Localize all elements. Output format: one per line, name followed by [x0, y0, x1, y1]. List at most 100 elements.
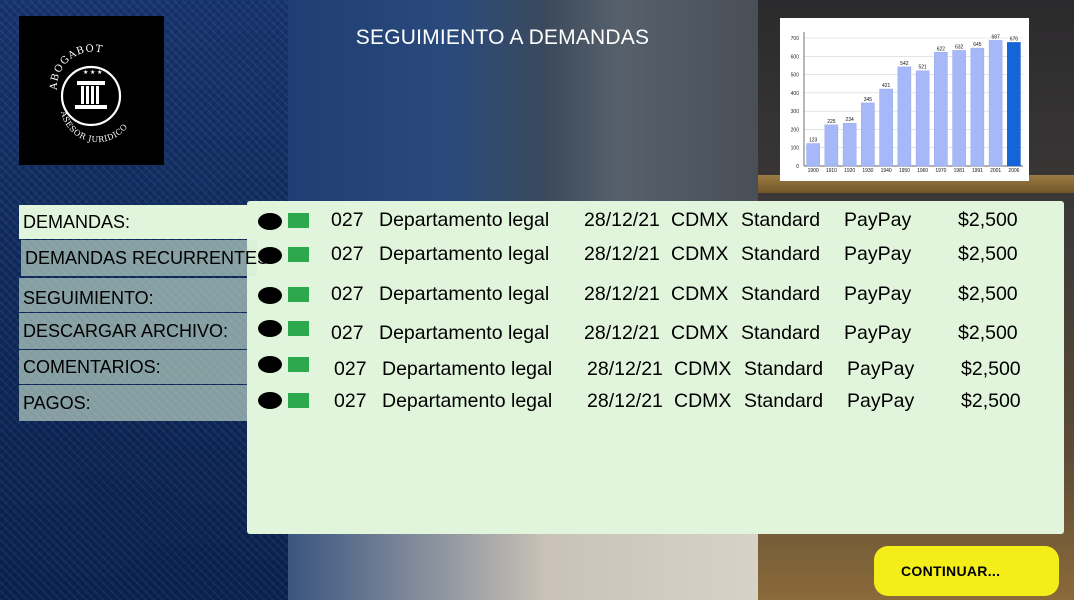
row-id: 027	[331, 322, 364, 344]
chart-bar	[879, 88, 893, 167]
data-label: 542	[900, 61, 909, 67]
data-label: 345	[864, 97, 873, 103]
row-department: Departamento legal	[382, 390, 553, 412]
status-square	[288, 321, 309, 336]
sidebar-item-pagos[interactable]: PAGOS:	[19, 385, 247, 421]
row-id: 027	[334, 358, 367, 380]
x-tick-label: 1981	[954, 168, 965, 174]
data-label: 234	[845, 117, 854, 123]
data-label: 645	[973, 42, 982, 48]
status-dot	[258, 392, 282, 409]
data-label: 225	[827, 119, 836, 125]
x-tick-label: 1940	[881, 168, 892, 174]
row-amount: $2,500	[961, 390, 1021, 412]
y-tick-label: 300	[791, 109, 800, 115]
chart-bar	[988, 40, 1003, 167]
x-tick-label: 1960	[917, 168, 928, 174]
row-department: Departamento legal	[379, 283, 550, 305]
logo: ABOGABOT ASESOR JURIDICO ★ ★ ★	[19, 16, 164, 165]
sidebar-item-comentarios[interactable]: COMENTARIOS:	[19, 350, 247, 384]
row-plan: Standard	[744, 390, 824, 412]
sidebar-item-label: DESCARGAR ARCHIVO:	[23, 320, 229, 341]
chart-bar	[897, 66, 912, 167]
svg-text:★: ★	[83, 69, 88, 76]
status-square	[288, 247, 309, 262]
row-amount: $2,500	[961, 358, 1021, 380]
data-label: 521	[918, 65, 927, 71]
chart-bar	[934, 52, 948, 167]
chart-bar	[861, 102, 875, 167]
status-square	[288, 393, 309, 408]
row-location: CDMX	[671, 209, 729, 231]
row-date: 28/12/21	[584, 322, 660, 344]
row-amount: $2,500	[958, 322, 1018, 344]
y-tick-label: 100	[791, 146, 800, 152]
sidebar-item-label: PAGOS:	[23, 392, 91, 413]
row-amount: $2,500	[958, 243, 1018, 265]
row-plan: Standard	[744, 358, 824, 380]
row-amount: $2,500	[958, 283, 1018, 305]
svg-text:★: ★	[97, 69, 102, 76]
chart-bar	[1007, 42, 1021, 167]
x-tick-label: 2001	[990, 168, 1001, 174]
row-plan: Standard	[741, 283, 821, 305]
y-tick-label: 700	[791, 36, 800, 42]
row-date: 28/12/21	[584, 243, 660, 265]
page-title: SEGUIMIENTO A DEMANDAS	[355, 26, 650, 49]
continue-button[interactable]: CONTINUAR...	[874, 546, 1059, 596]
row-plan: Standard	[741, 322, 821, 344]
row-payment-method: PayPay	[844, 283, 912, 305]
x-tick-label: 1910	[826, 168, 837, 174]
x-tick-label: 1900	[808, 168, 819, 174]
row-payment-method: PayPay	[847, 358, 915, 380]
sidebar-item-label: COMENTARIOS:	[23, 356, 161, 377]
row-id: 027	[331, 243, 364, 265]
data-label: 421	[882, 83, 891, 89]
x-tick-label: 1920	[844, 168, 855, 174]
y-tick-label: 500	[791, 73, 800, 79]
sidebar-item-label: DEMANDAS:	[23, 211, 131, 232]
chart-bar	[970, 47, 985, 167]
row-date: 28/12/21	[584, 283, 660, 305]
chart-bar	[842, 123, 857, 167]
row-payment-method: PayPay	[844, 322, 912, 344]
status-square	[288, 213, 309, 228]
data-label: 123	[809, 138, 818, 144]
y-tick-label: 200	[791, 127, 800, 133]
sidebar-item-label: DEMANDAS RECURRENTES:	[25, 247, 275, 268]
sidebar-item-demandas-recurrentes[interactable]: DEMANDAS RECURRENTES:	[21, 240, 274, 276]
row-date: 28/12/21	[587, 358, 663, 380]
row-date: 28/12/21	[587, 390, 663, 412]
sidebar-item-demandas[interactable]: DEMANDAS:	[19, 205, 259, 239]
row-location: CDMX	[674, 390, 732, 412]
row-department: Departamento legal	[379, 209, 550, 231]
status-dot	[258, 356, 282, 373]
chart-bar	[952, 50, 966, 167]
chart-bar	[824, 124, 839, 167]
data-label: 622	[937, 46, 946, 52]
row-id: 027	[331, 209, 364, 231]
sidebar-item-seguimiento[interactable]: SEGUIMIENTO:	[19, 278, 247, 312]
svg-text:★: ★	[90, 69, 95, 76]
status-square	[288, 357, 309, 372]
x-tick-label: 1970	[935, 168, 946, 174]
row-location: CDMX	[674, 358, 732, 380]
status-dot	[258, 287, 282, 304]
sidebar-item-descargar-archivo[interactable]: DESCARGAR ARCHIVO:	[19, 313, 247, 349]
row-plan: Standard	[741, 243, 821, 265]
status-dot	[258, 213, 282, 230]
chart-bar	[915, 70, 930, 167]
x-tick-label: 1991	[972, 168, 983, 174]
bar-chart-svg: 0 100 200 300 400 500 600 700 123 1900 225 1910 234 1…	[791, 32, 1023, 174]
status-dot	[258, 320, 282, 337]
row-id: 027	[334, 390, 367, 412]
row-department: Departamento legal	[379, 243, 550, 265]
data-label: 687	[991, 34, 1000, 40]
row-payment-method: PayPay	[847, 390, 915, 412]
row-id: 027	[331, 283, 364, 305]
bar-chart: 0 100 200 300 400 500 600 700 123 1900 225 1910 234 1…	[780, 18, 1029, 181]
x-tick-label: 1950	[899, 168, 910, 174]
y-tick-label: 600	[791, 54, 800, 60]
row-payment-method: PayPay	[844, 243, 912, 265]
status-square	[288, 287, 309, 302]
